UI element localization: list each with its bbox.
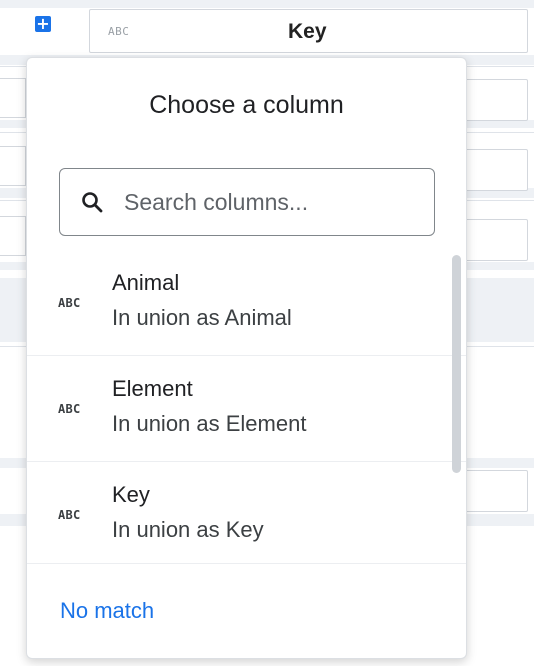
search-columns-input[interactable] bbox=[124, 183, 420, 221]
column-option-name: Animal bbox=[112, 270, 180, 295]
column-option-key[interactable]: ABC Key In union as Key bbox=[27, 462, 466, 563]
no-match-link[interactable]: No match bbox=[60, 598, 154, 624]
column-option-animal[interactable]: ABC Animal In union as Animal bbox=[27, 250, 466, 356]
grid-strip bbox=[0, 0, 534, 8]
plus-icon: + bbox=[36, 14, 50, 33]
search-icon bbox=[82, 192, 103, 213]
key-column-header[interactable]: ABC Key bbox=[89, 9, 528, 53]
string-type-icon: ABC bbox=[58, 508, 81, 522]
column-option-element[interactable]: ABC Element In union as Element bbox=[27, 356, 466, 462]
column-option-name: Element bbox=[112, 376, 193, 401]
dropdown-footer: No match bbox=[27, 563, 466, 658]
choose-column-dropdown: Choose a column ABC Animal In union as A… bbox=[26, 57, 467, 659]
search-box[interactable] bbox=[59, 168, 435, 236]
string-type-icon: ABC bbox=[108, 25, 130, 38]
grid-cell bbox=[0, 78, 26, 118]
list-scrollbar[interactable] bbox=[452, 255, 461, 473]
column-option-subtitle: In union as Element bbox=[112, 411, 307, 436]
column-option-name: Key bbox=[112, 482, 150, 507]
dropdown-title: Choose a column bbox=[149, 91, 344, 119]
grid-cell bbox=[0, 146, 26, 186]
add-column-button[interactable]: + bbox=[35, 16, 51, 32]
column-header-label: Key bbox=[288, 20, 327, 43]
grid-cell bbox=[0, 216, 26, 256]
column-list: ABC Animal In union as Animal ABC Elemen… bbox=[27, 250, 466, 563]
column-option-subtitle: In union as Key bbox=[112, 517, 264, 542]
string-type-icon: ABC bbox=[58, 296, 81, 310]
string-type-icon: ABC bbox=[58, 402, 81, 416]
column-option-subtitle: In union as Animal bbox=[112, 305, 292, 330]
